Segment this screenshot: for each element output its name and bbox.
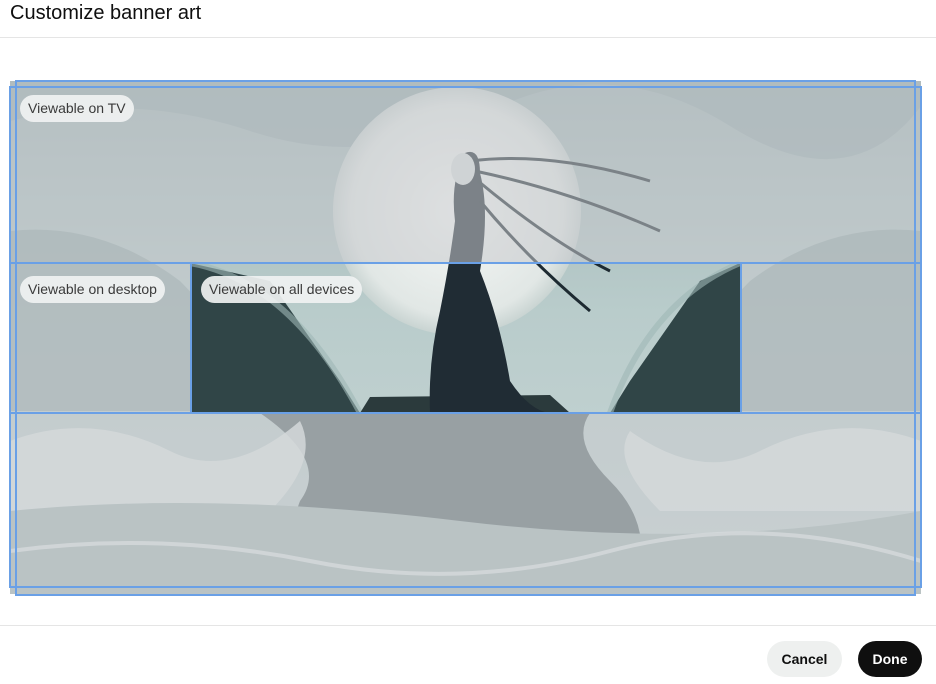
done-button[interactable]: Done: [858, 641, 922, 677]
cancel-button[interactable]: Cancel: [767, 641, 842, 677]
dialog-header: Customize banner art: [0, 0, 936, 38]
crop-frame-outer-guide: [9, 86, 922, 588]
dialog-title: Customize banner art: [10, 2, 202, 24]
